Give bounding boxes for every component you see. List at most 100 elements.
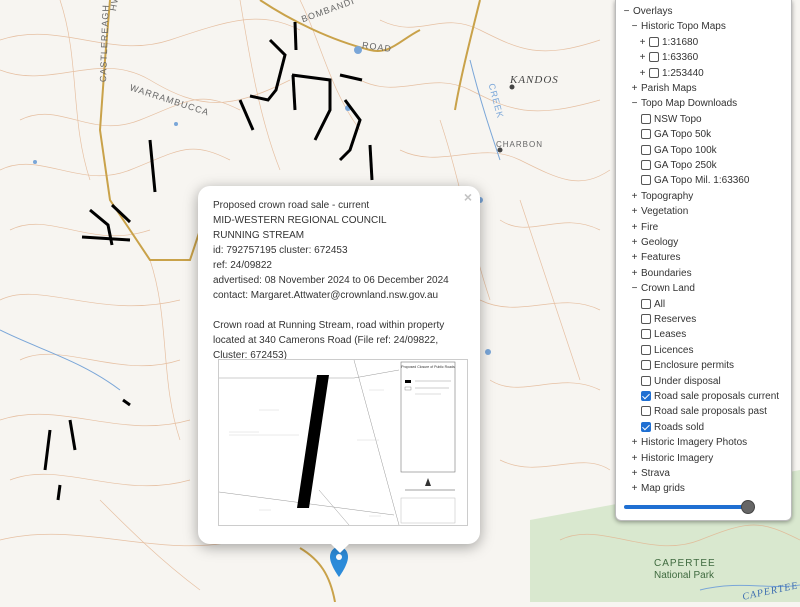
expand-icon[interactable]: + bbox=[630, 220, 639, 235]
layer-item-map-grids[interactable]: + Map grids bbox=[630, 481, 685, 496]
layer-checkbox[interactable] bbox=[641, 129, 651, 140]
expand-icon[interactable]: + bbox=[630, 250, 639, 265]
layer-item-all[interactable]: All bbox=[638, 297, 665, 312]
layer-label: Under disposal bbox=[654, 375, 721, 387]
opacity-slider-handle[interactable] bbox=[741, 500, 755, 514]
popup-title: Proposed crown road sale - current bbox=[213, 200, 370, 211]
layer-label: Strava bbox=[641, 468, 670, 479]
layer-label: Road sale proposals past bbox=[654, 406, 767, 418]
expand-icon[interactable]: + bbox=[630, 451, 639, 466]
layer-item-1-253440[interactable]: +1:253440 bbox=[638, 66, 704, 81]
layer-label: Fire bbox=[641, 221, 659, 233]
layer-item-licences[interactable]: Licences bbox=[638, 343, 693, 358]
collapse-icon[interactable]: − bbox=[622, 4, 631, 19]
layer-label: Topography bbox=[641, 190, 694, 202]
layer-label: Enclosure permits bbox=[654, 360, 735, 372]
layer-item-enclosure-permits[interactable]: Enclosure permits bbox=[638, 358, 734, 373]
layer-checkbox[interactable] bbox=[641, 391, 651, 401]
layer-checkbox[interactable] bbox=[641, 344, 651, 355]
layer-checkbox[interactable] bbox=[641, 360, 651, 371]
layer-label: Reserves bbox=[654, 314, 697, 325]
layer-checkbox[interactable] bbox=[641, 329, 651, 340]
feature-popup: × Proposed crown road sale - current MID… bbox=[198, 186, 480, 544]
layer-item-historic-imagery[interactable]: + Historic Imagery bbox=[630, 451, 714, 466]
layer-item-strava[interactable]: + Strava bbox=[630, 466, 670, 481]
collapse-icon[interactable]: − bbox=[630, 19, 639, 34]
layer-item-under-disposal[interactable]: Under disposal bbox=[638, 374, 721, 389]
layer-checkbox[interactable] bbox=[641, 421, 651, 432]
layer-item-overlays[interactable]: − Overlays bbox=[622, 4, 673, 19]
expand-icon[interactable]: + bbox=[630, 189, 639, 204]
expand-icon[interactable]: + bbox=[630, 81, 639, 96]
expand-icon[interactable]: + bbox=[630, 266, 639, 281]
layer-item-geology[interactable]: + Geology bbox=[630, 235, 679, 250]
layer-item-reserves[interactable]: Reserves bbox=[638, 312, 696, 327]
layer-label: GA Topo 50k bbox=[654, 129, 712, 141]
layer-label: Crown Land bbox=[641, 283, 695, 295]
layer-item-boundaries[interactable]: + Boundaries bbox=[630, 266, 692, 281]
layer-checkbox[interactable] bbox=[641, 298, 651, 309]
layer-item-ga-topo-50k[interactable]: GA Topo 50k bbox=[638, 127, 711, 142]
layer-item-vegetation[interactable]: + Vegetation bbox=[630, 204, 689, 219]
expand-icon[interactable]: + bbox=[630, 204, 639, 219]
expand-icon[interactable]: + bbox=[638, 35, 647, 50]
layer-checkbox[interactable] bbox=[649, 67, 659, 78]
popup-id: id: 792757195 cluster: 672453 bbox=[213, 245, 348, 256]
layer-label: Historic Topo Maps bbox=[641, 21, 726, 33]
layer-checkbox[interactable] bbox=[641, 160, 651, 170]
layer-checkbox[interactable] bbox=[641, 175, 651, 186]
layer-item-historic-topo-maps[interactable]: − Historic Topo Maps bbox=[630, 19, 726, 34]
layer-label: All bbox=[654, 298, 666, 310]
layer-label: Roads sold bbox=[654, 421, 705, 433]
collapse-icon[interactable]: − bbox=[630, 96, 639, 111]
layer-item-1-31680[interactable]: +1:31680 bbox=[638, 35, 698, 50]
layer-label: GA Topo 250k bbox=[654, 160, 717, 171]
opacity-slider[interactable] bbox=[624, 500, 764, 514]
expand-icon[interactable]: + bbox=[630, 235, 639, 250]
layer-item-crown-land[interactable]: − Crown Land bbox=[630, 281, 695, 296]
layer-checkbox[interactable] bbox=[641, 113, 651, 124]
expand-icon[interactable]: + bbox=[630, 481, 639, 496]
popup-contact[interactable]: contact: Margaret.Attwater@crownland.nsw… bbox=[213, 288, 475, 303]
layer-item-road-sale-proposals-current[interactable]: Road sale proposals current bbox=[638, 389, 779, 404]
layer-item-fire[interactable]: + Fire bbox=[630, 220, 659, 235]
expand-icon[interactable]: + bbox=[630, 466, 639, 481]
layer-item-topography[interactable]: + Topography bbox=[630, 189, 694, 204]
layer-item-features[interactable]: + Features bbox=[630, 250, 681, 265]
layer-item-1-63360[interactable]: +1:63360 bbox=[638, 50, 698, 65]
layer-checkbox[interactable] bbox=[641, 144, 651, 155]
layer-checkbox[interactable] bbox=[649, 36, 659, 47]
capertee-np-line1: CAPERTEE bbox=[654, 558, 716, 569]
layer-item-nsw-topo[interactable]: NSW Topo bbox=[638, 112, 702, 127]
kandos-label: KANDOS bbox=[510, 74, 559, 86]
layer-item-road-sale-proposals-past[interactable]: Road sale proposals past bbox=[638, 404, 767, 419]
capertee-np-line2: National Park bbox=[654, 570, 715, 581]
expand-icon[interactable]: + bbox=[638, 66, 647, 81]
layer-item-ga-topo-100k[interactable]: GA Topo 100k bbox=[638, 143, 717, 158]
popup-tip bbox=[330, 543, 350, 553]
layer-item-parish-maps[interactable]: + Parish Maps bbox=[630, 81, 697, 96]
layer-item-roads-sold[interactable]: Roads sold bbox=[638, 420, 704, 435]
layer-item-ga-topo-mil-1-63360[interactable]: GA Topo Mil. 1:63360 bbox=[638, 173, 749, 188]
layer-label: Geology bbox=[641, 237, 679, 248]
layer-item-topo-map-downloads[interactable]: − Topo Map Downloads bbox=[630, 96, 738, 111]
plan-thumbnail[interactable]: Proposed Closure of Public Roads bbox=[218, 359, 468, 526]
layer-label: Road sale proposals current bbox=[654, 391, 780, 402]
popup-council: MID-WESTERN REGIONAL COUNCIL bbox=[213, 215, 387, 226]
layer-item-ga-topo-250k[interactable]: GA Topo 250k bbox=[638, 158, 717, 173]
layer-checkbox[interactable] bbox=[641, 375, 651, 386]
layer-item-historic-imagery-photos[interactable]: + Historic Imagery Photos bbox=[630, 435, 748, 450]
layer-label: GA Topo 100k bbox=[654, 144, 717, 156]
layer-label: 1:63360 bbox=[662, 52, 699, 64]
expand-icon[interactable]: + bbox=[630, 435, 639, 450]
layer-item-leases[interactable]: Leases bbox=[638, 327, 686, 342]
layer-label: Vegetation bbox=[641, 206, 689, 218]
expand-icon[interactable]: + bbox=[638, 50, 647, 65]
layer-checkbox[interactable] bbox=[649, 52, 659, 63]
layer-checkbox[interactable] bbox=[641, 406, 651, 417]
layer-label: Historic Imagery Photos bbox=[641, 437, 748, 449]
collapse-icon[interactable]: − bbox=[630, 281, 639, 296]
layer-control-panel: − Overlays − Historic Topo Maps +1:31680 +1:6… bbox=[615, 0, 792, 521]
layer-checkbox[interactable] bbox=[641, 314, 651, 324]
layer-label: Map grids bbox=[641, 483, 685, 495]
